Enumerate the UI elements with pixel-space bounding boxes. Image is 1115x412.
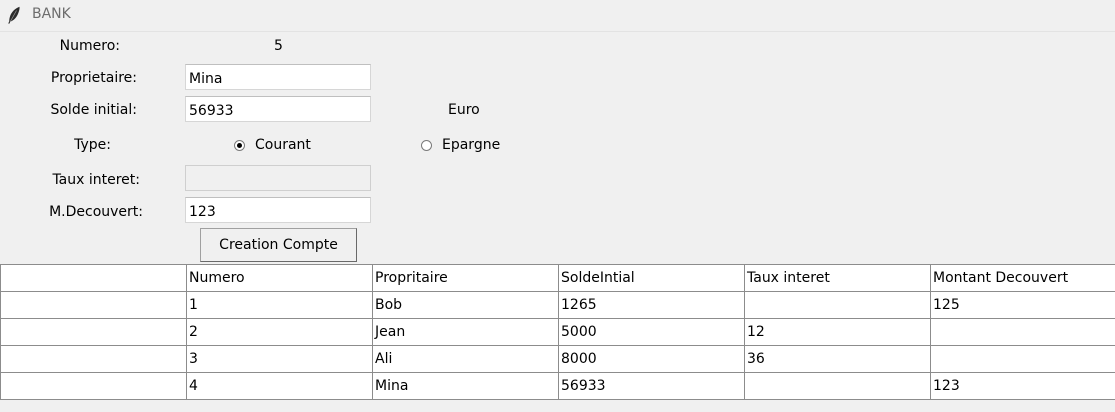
table-cell[interactable] — [744, 372, 931, 400]
table-cell[interactable]: 2 — [186, 318, 373, 346]
type-label: Type: — [74, 137, 111, 153]
table-header-cell[interactable] — [0, 264, 187, 292]
proprietaire-input[interactable] — [185, 64, 371, 90]
radio-unselected-icon — [421, 139, 432, 151]
table-cell[interactable]: 123 — [930, 372, 1115, 400]
solde-initial-label: Solde initial: — [50, 102, 137, 118]
table-header-cell[interactable]: Propritaire — [372, 264, 559, 292]
table-cell[interactable]: Bob — [372, 291, 559, 319]
table-cell[interactable]: Mina — [372, 372, 559, 400]
creation-compte-button[interactable]: Creation Compte — [200, 228, 357, 262]
table-cell[interactable] — [0, 345, 187, 373]
table-cell[interactable]: 5000 — [558, 318, 745, 346]
table-cell[interactable] — [0, 372, 187, 400]
table-cell[interactable]: 1 — [186, 291, 373, 319]
table-cell[interactable]: 56933 — [558, 372, 745, 400]
numero-label: Numero: — [59, 38, 120, 54]
proprietaire-label: Proprietaire: — [50, 70, 137, 86]
table-cell[interactable]: 36 — [744, 345, 931, 373]
decouvert-input[interactable] — [185, 197, 371, 223]
taux-interet-label: Taux interet: — [52, 172, 140, 188]
table-row: 4 Mina 56933 123 — [0, 372, 1115, 400]
table-header-row: Numero Propritaire SoldeIntial Taux inte… — [0, 264, 1115, 292]
table-cell[interactable]: 3 — [186, 345, 373, 373]
currency-label: Euro — [448, 102, 480, 118]
table-cell[interactable]: 4 — [186, 372, 373, 400]
table-cell[interactable] — [0, 318, 187, 346]
table-cell[interactable] — [930, 318, 1115, 346]
table-cell[interactable]: Jean — [372, 318, 559, 346]
table-cell[interactable]: 12 — [744, 318, 931, 346]
table-header-cell[interactable]: SoldeIntial — [558, 264, 745, 292]
table-cell[interactable] — [744, 291, 931, 319]
decouvert-label: M.Decouvert: — [49, 204, 143, 220]
radio-courant[interactable]: Courant — [234, 135, 311, 155]
table-row: 3 Ali 8000 36 — [0, 345, 1115, 373]
taux-interet-input — [185, 165, 371, 191]
title-bar: BANK — [0, 0, 1115, 32]
table-cell[interactable] — [0, 291, 187, 319]
table-header-cell[interactable]: Numero — [186, 264, 373, 292]
radio-selected-icon — [234, 139, 245, 151]
accounts-table: Numero Propritaire SoldeIntial Taux inte… — [0, 264, 1115, 400]
table-cell[interactable]: 125 — [930, 291, 1115, 319]
numero-value: 5 — [274, 38, 283, 54]
table-row: 2 Jean 5000 12 — [0, 318, 1115, 346]
radio-epargne-label: Epargne — [442, 137, 501, 153]
table-header-cell[interactable]: Montant Decouvert — [930, 264, 1115, 292]
radio-epargne[interactable]: Epargne — [421, 135, 500, 155]
table-cell[interactable]: 1265 — [558, 291, 745, 319]
feather-icon — [8, 6, 20, 24]
window-title: BANK — [32, 6, 71, 22]
radio-courant-label: Courant — [255, 137, 311, 153]
table-cell[interactable]: 8000 — [558, 345, 745, 373]
solde-initial-input[interactable] — [185, 96, 371, 122]
table-cell[interactable] — [930, 345, 1115, 373]
table-row: 1 Bob 1265 125 — [0, 291, 1115, 319]
table-header-cell[interactable]: Taux interet — [744, 264, 931, 292]
table-cell[interactable]: Ali — [372, 345, 559, 373]
